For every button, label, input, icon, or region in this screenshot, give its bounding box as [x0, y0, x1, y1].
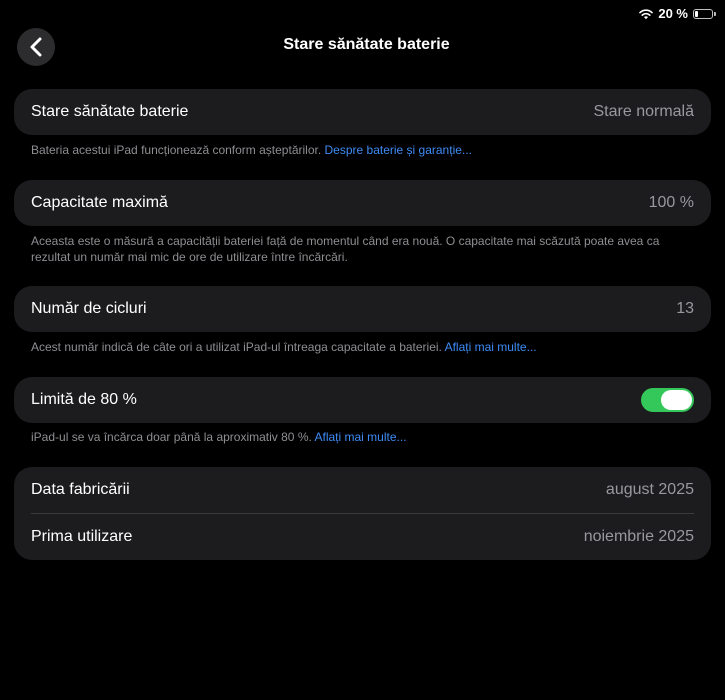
max-capacity-footer: Aceasta este o măsură a capacității bate…: [31, 233, 701, 265]
wifi-icon: [639, 8, 654, 19]
max-capacity-row: Capacitate maximă 100 %: [14, 180, 711, 226]
first-use-value: noiembrie 2025: [583, 528, 694, 545]
status-bar: 20 %: [639, 6, 716, 21]
battery-tip: [714, 11, 716, 16]
manufacture-date-value: august 2025: [605, 481, 694, 498]
cycle-count-footer: Acest număr indică de câte ori a utiliza…: [31, 339, 701, 355]
battery-warranty-link[interactable]: Despre baterie și garanție...: [325, 143, 472, 157]
cycle-count-footer-text: Acest număr indică de câte ori a utiliza…: [31, 340, 445, 354]
cycle-count-row: Număr de cicluri 13: [14, 286, 711, 332]
cycle-count-value: 13: [676, 300, 694, 317]
max-capacity-label: Capacitate maximă: [31, 194, 168, 211]
cycle-learn-more-link[interactable]: Aflați mai multe...: [445, 340, 537, 354]
max-capacity-footer-text: Aceasta este o măsură a capacității bate…: [31, 234, 660, 264]
battery-health-value: Stare normală: [593, 103, 695, 120]
charge-limit-toggle[interactable]: [641, 388, 694, 412]
battery-health-footer: Bateria acestui iPad funcționează confor…: [31, 142, 701, 158]
max-capacity-value: 100 %: [648, 194, 694, 211]
first-use-row: Prima utilizare noiembrie 2025: [14, 514, 711, 560]
max-capacity-group: Capacitate maximă 100 %: [14, 180, 711, 226]
battery-icon: [693, 8, 716, 19]
page-title: Stare sănătate baterie: [283, 36, 450, 53]
charge-limit-row: Limită de 80 %: [14, 377, 711, 423]
battery-health-footer-text: Bateria acestui iPad funcționează confor…: [31, 143, 325, 157]
charge-limit-footer-text: iPad-ul se va încărca doar până la aprox…: [31, 430, 315, 444]
limit-learn-more-link[interactable]: Aflați mai multe...: [315, 430, 407, 444]
dates-group: Data fabricării august 2025 Prima utiliz…: [14, 467, 711, 560]
cycle-count-label: Număr de cicluri: [31, 300, 147, 317]
battery-health-group: Stare sănătate baterie Stare normală: [14, 89, 711, 135]
screen: 20 % Stare sănătate baterie Stare sănăta…: [0, 0, 725, 700]
first-use-label: Prima utilizare: [31, 528, 133, 545]
manufacture-date-row: Data fabricării august 2025: [14, 467, 711, 513]
battery-level-fill: [695, 10, 698, 17]
cycle-count-group: Număr de cicluri 13: [14, 286, 711, 332]
manufacture-date-label: Data fabricării: [31, 481, 130, 498]
toggle-knob: [661, 390, 692, 410]
charge-limit-group: Limită de 80 %: [14, 377, 711, 423]
battery-health-row: Stare sănătate baterie Stare normală: [14, 89, 711, 135]
charge-limit-label: Limită de 80 %: [31, 391, 137, 408]
battery-health-label: Stare sănătate baterie: [31, 103, 189, 120]
charge-limit-footer: iPad-ul se va încărca doar până la aprox…: [31, 429, 701, 445]
battery-percent: 20 %: [658, 6, 688, 21]
